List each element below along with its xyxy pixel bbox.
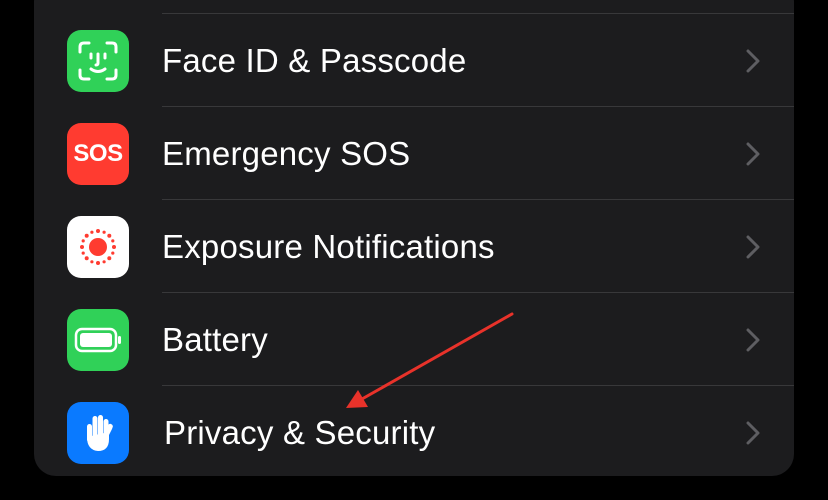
- settings-group: Face ID & Passcode SOS Emergency SOS Exp…: [34, 0, 794, 476]
- row-label: Exposure Notifications: [162, 228, 495, 265]
- sos-icon: SOS: [67, 123, 129, 185]
- row-label: Privacy & Security: [164, 414, 436, 451]
- row-privacy-security[interactable]: Privacy & Security: [34, 386, 794, 476]
- row-exposure-notifications[interactable]: Exposure Notifications: [34, 200, 794, 293]
- row-battery[interactable]: Battery: [34, 293, 794, 386]
- face-id-icon: [67, 30, 129, 92]
- chevron-right-icon: [746, 328, 760, 352]
- chevron-right-icon: [746, 49, 760, 73]
- row-emergency-sos[interactable]: SOS Emergency SOS: [34, 107, 794, 200]
- row-face-id-passcode[interactable]: Face ID & Passcode: [34, 14, 794, 107]
- sos-icon-text: SOS: [73, 140, 123, 167]
- row-label: Battery: [162, 321, 268, 358]
- exposure-notifications-icon: [67, 216, 129, 278]
- chevron-right-icon: [746, 235, 760, 259]
- hand-icon: [67, 402, 129, 464]
- row-label: Face ID & Passcode: [162, 42, 467, 79]
- settings-screen: Face ID & Passcode SOS Emergency SOS Exp…: [0, 0, 828, 500]
- chevron-right-icon: [746, 142, 760, 166]
- row-label: Emergency SOS: [162, 135, 411, 172]
- chevron-right-icon: [746, 421, 760, 445]
- battery-icon: [67, 309, 129, 371]
